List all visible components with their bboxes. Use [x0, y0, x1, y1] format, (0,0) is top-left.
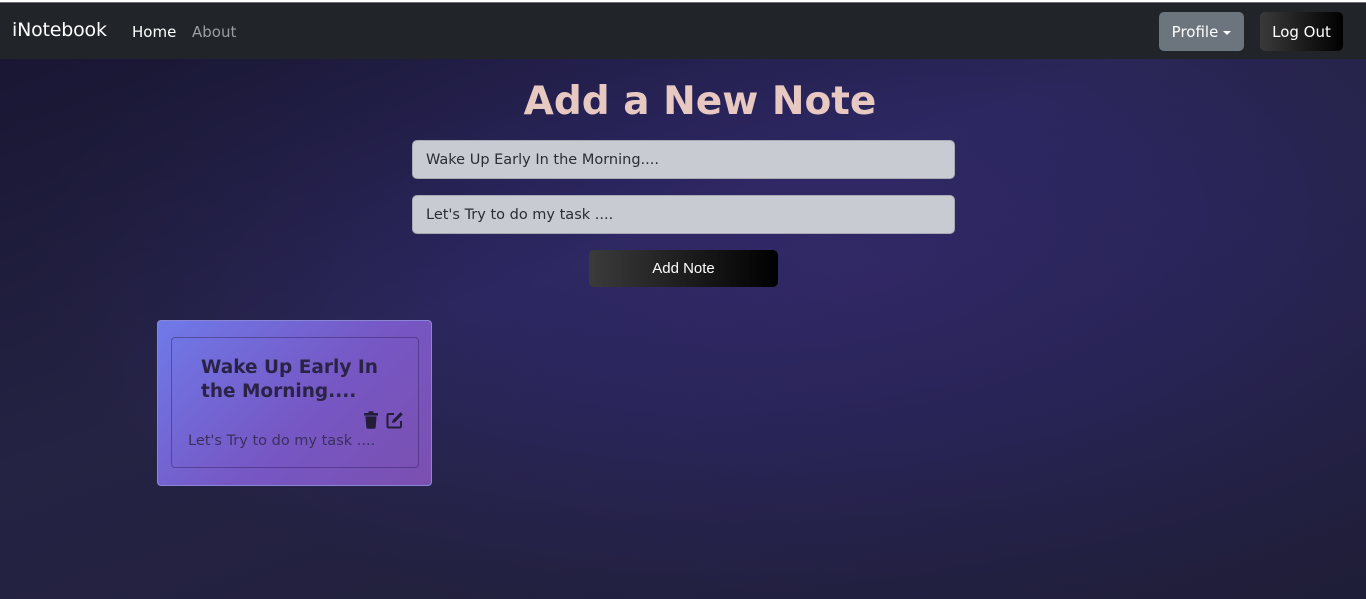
trash-icon[interactable] [363, 411, 381, 429]
edit-icon[interactable] [386, 411, 404, 429]
note-title-input[interactable] [412, 140, 955, 179]
note-description: Let's Try to do my task .... [188, 433, 376, 449]
nav-link-home[interactable]: Home [132, 23, 176, 41]
logout-button[interactable]: Log Out [1260, 12, 1343, 51]
caret-down-icon [1223, 30, 1232, 35]
brand-logo[interactable]: iNotebook [12, 19, 107, 41]
nav-link-about[interactable]: About [192, 23, 236, 41]
navbar: iNotebook Home About Profile Log Out [0, 2, 1366, 59]
add-note-button[interactable]: Add Note [589, 250, 778, 287]
note-description-input[interactable] [412, 195, 955, 234]
page-title: Add a New Note [523, 79, 877, 124]
note-title: Wake Up Early In the Morning.... [201, 357, 378, 402]
profile-dropdown-button[interactable]: Profile [1159, 12, 1244, 51]
profile-button-label: Profile [1171, 22, 1219, 41]
main-content: Add a New Note Add Note Wake Up Early In… [0, 59, 1366, 599]
note-card-body: Wake Up Early In the Morning.... Let's T… [171, 337, 419, 468]
note-card: Wake Up Early In the Morning.... Let's T… [157, 320, 432, 486]
